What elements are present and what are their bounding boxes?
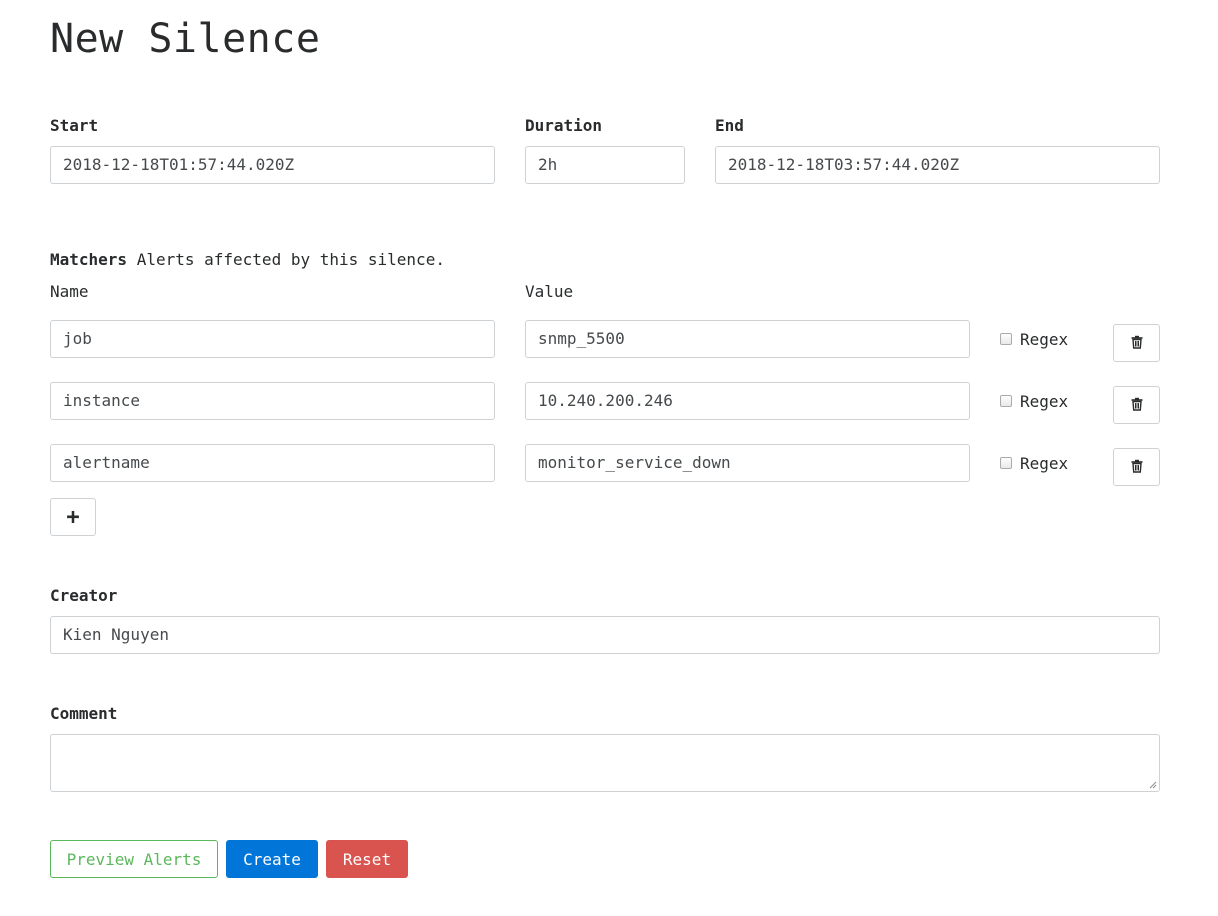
reset-button[interactable]: Reset: [326, 840, 408, 878]
regex-checkbox[interactable]: [1000, 457, 1012, 469]
regex-toggle[interactable]: Regex: [1000, 444, 1068, 482]
matcher-name-input[interactable]: job: [50, 320, 495, 358]
name-column-header: Name: [50, 282, 89, 301]
start-label: Start: [50, 116, 99, 135]
delete-matcher-button[interactable]: [1113, 448, 1160, 486]
resize-grip-icon[interactable]: [1149, 781, 1157, 789]
regex-toggle[interactable]: Regex: [1000, 382, 1068, 420]
creator-label: Creator: [50, 586, 118, 605]
add-matcher-button[interactable]: +: [50, 498, 96, 536]
preview-alerts-button[interactable]: Preview Alerts: [50, 840, 218, 878]
end-input[interactable]: 2018-12-18T03:57:44.020Z: [715, 146, 1160, 184]
regex-label: Regex: [1020, 391, 1069, 411]
comment-textarea[interactable]: [50, 734, 1160, 792]
matchers-description: Alerts affected by this silence.: [136, 250, 445, 269]
matcher-value-input[interactable]: monitor_service_down: [525, 444, 970, 482]
duration-label: Duration: [525, 116, 603, 135]
regex-checkbox[interactable]: [1000, 333, 1012, 345]
matchers-title: Matchers: [50, 250, 128, 269]
regex-label: Regex: [1020, 453, 1069, 473]
regex-toggle[interactable]: Regex: [1000, 320, 1068, 358]
duration-input[interactable]: 2h: [525, 146, 685, 184]
plus-icon: +: [66, 504, 80, 530]
delete-matcher-button[interactable]: [1113, 324, 1160, 362]
trash-icon: [1130, 396, 1144, 415]
start-input[interactable]: 2018-12-18T01:57:44.020Z: [50, 146, 495, 184]
trash-icon: [1130, 458, 1144, 477]
trash-icon: [1130, 334, 1144, 353]
matcher-name-input[interactable]: alertname: [50, 444, 495, 482]
page-title: New Silence: [50, 16, 321, 62]
value-column-header: Value: [525, 282, 574, 301]
regex-checkbox[interactable]: [1000, 395, 1012, 407]
create-button[interactable]: Create: [226, 840, 318, 878]
comment-label: Comment: [50, 704, 118, 723]
matcher-name-input[interactable]: instance: [50, 382, 495, 420]
regex-label: Regex: [1020, 329, 1069, 349]
matchers-heading: Matchers Alerts affected by this silence…: [50, 250, 445, 269]
end-label: End: [715, 116, 744, 135]
creator-input[interactable]: Kien Nguyen: [50, 616, 1160, 654]
delete-matcher-button[interactable]: [1113, 386, 1160, 424]
matcher-value-input[interactable]: 10.240.200.246: [525, 382, 970, 420]
matcher-value-input[interactable]: snmp_5500: [525, 320, 970, 358]
comment-text: [51, 735, 1159, 751]
